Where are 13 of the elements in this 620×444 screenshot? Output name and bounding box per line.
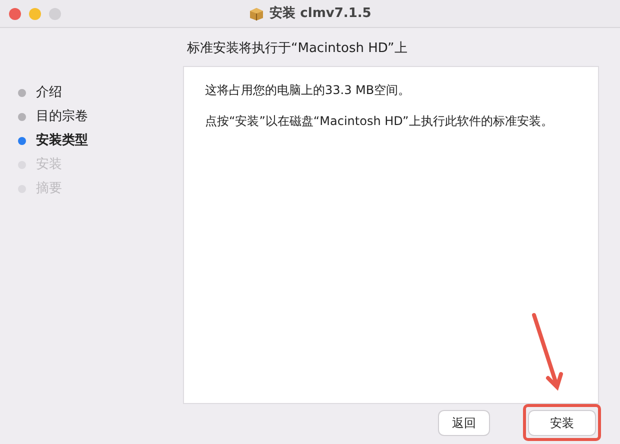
- info-text: 点按“安装”以在磁盘“Macintosh HD”上执行此软件的标准安装。: [205, 113, 554, 130]
- package-icon: [248, 7, 264, 21]
- close-button[interactable]: [9, 8, 21, 20]
- step-label: 安装类型: [36, 132, 88, 150]
- minimize-button[interactable]: [29, 8, 41, 20]
- window-title: 安装 clmv7.1.5: [270, 4, 372, 24]
- install-heading: 标准安装将执行于“Macintosh HD”上: [186, 40, 408, 58]
- dialog-button[interactable]: 安装: [529, 411, 595, 435]
- step-label: 目的宗卷: [36, 108, 88, 126]
- info-text: 这将占用您的电脑上的33.3 MB空间。: [205, 82, 412, 99]
- dialog-button[interactable]: 返回: [439, 411, 489, 435]
- zoom-button[interactable]: [49, 8, 61, 20]
- step-label: 介绍: [36, 84, 62, 102]
